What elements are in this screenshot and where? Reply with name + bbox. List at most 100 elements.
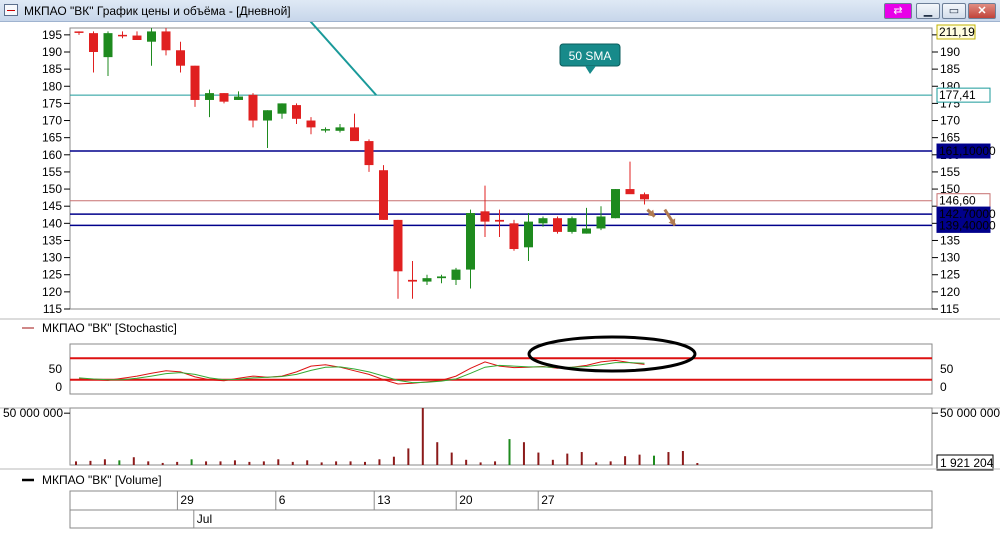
volume-bar — [132, 457, 135, 465]
volume-bar — [494, 461, 497, 465]
candle-up — [582, 228, 591, 234]
candle-up — [335, 127, 345, 131]
volume-bar — [335, 461, 338, 465]
volume-tick-label-left: 50 000 000 — [3, 406, 63, 420]
candle-up — [321, 129, 330, 131]
volume-bar — [407, 448, 410, 465]
volume-bar — [262, 461, 265, 465]
price-tick-label-left: 190 — [42, 45, 62, 59]
candle-down — [292, 105, 301, 119]
price-tick-label-right: 170 — [940, 114, 960, 128]
candle-up — [147, 31, 156, 42]
volume-last-label: 1 921 204 — [940, 456, 994, 470]
candle-down — [89, 33, 98, 52]
price-tick-label-left: 115 — [43, 302, 62, 316]
candle-up — [422, 278, 432, 282]
volume-bar — [392, 456, 395, 465]
volume-bar — [277, 459, 280, 465]
volume-tick-label-right: 50 000 000 — [940, 406, 1000, 420]
volume-legend-label: МКПАО "ВК" [Volume] — [42, 473, 162, 487]
minimize-button[interactable]: ▁ — [916, 3, 940, 19]
candle-down — [306, 120, 316, 128]
price-tick-label-right: 125 — [940, 268, 960, 282]
stochastic-legend-label: МКПАО "ВК" [Stochastic] — [42, 321, 177, 335]
volume-bar — [248, 461, 251, 465]
volume-bar — [551, 459, 554, 465]
candle-down — [350, 127, 359, 142]
volume-bar — [479, 462, 482, 465]
candle-up — [466, 213, 475, 270]
time-day-label: 20 — [459, 493, 473, 507]
price-tick-label-right: 135 — [940, 233, 960, 247]
candle-down — [408, 279, 417, 282]
candle-down — [640, 194, 649, 200]
price-tick-label-right: 155 — [940, 165, 960, 179]
time-day-label: 27 — [541, 493, 555, 507]
volume-bar — [161, 462, 164, 465]
volume-bar — [580, 452, 583, 465]
candle-down — [161, 31, 171, 51]
candle-down — [219, 93, 229, 102]
volume-bar — [233, 460, 236, 465]
stochastic-tick-label-left: 0 — [55, 380, 62, 394]
window-titlebar: МКПАО "ВК" График цены и объёма - [Дневн… — [0, 0, 1000, 22]
candle-up — [611, 189, 620, 219]
price-tick-label-left: 140 — [42, 216, 62, 230]
candle-down — [248, 94, 258, 121]
candle-up — [205, 93, 214, 100]
candle-down — [509, 223, 519, 250]
candle-up — [277, 103, 287, 114]
time-month-label: Jul — [197, 512, 212, 526]
volume-bar — [176, 461, 179, 465]
time-day-label: 6 — [279, 493, 286, 507]
candle-down — [74, 31, 84, 33]
candle-up — [234, 96, 243, 100]
volume-bar — [638, 454, 641, 465]
link-button[interactable]: ⇄ — [884, 3, 912, 19]
volume-bar — [609, 461, 612, 465]
window-title: МКПАО "ВК" График цены и объёма - [Дневн… — [24, 4, 291, 18]
level-value-label: 139,40000 — [939, 218, 996, 232]
price-tick-label-right: 130 — [940, 251, 960, 265]
volume-bar — [508, 439, 511, 465]
price-tick-label-left: 120 — [42, 285, 62, 299]
candle-down — [176, 50, 185, 66]
volume-bar — [190, 459, 193, 465]
volume-bar — [436, 442, 439, 465]
candle-down — [393, 219, 403, 272]
candle-up — [437, 276, 446, 279]
chart-background — [0, 22, 1000, 540]
volume-bar — [219, 461, 222, 465]
top-value-label: 211,19 — [939, 25, 975, 39]
close-button[interactable]: ✕ — [968, 3, 996, 19]
volume-bar — [681, 451, 684, 465]
level-value-label: 146,60 — [939, 194, 976, 208]
candle-up — [451, 269, 461, 280]
price-tick-label-left: 135 — [42, 233, 62, 247]
volume-legend: МКПАО "ВК" [Volume] — [22, 473, 162, 487]
volume-bar — [364, 461, 366, 465]
maximize-button[interactable]: ▭ — [942, 3, 966, 19]
volume-bar — [320, 462, 323, 465]
chart-area[interactable]: 1151151201201251251301301351351401401451… — [0, 22, 1000, 540]
candle-down — [495, 219, 504, 222]
candle-up — [567, 218, 577, 232]
candle-down — [118, 34, 127, 37]
volume-bar — [537, 452, 540, 465]
price-tick-label-right: 185 — [940, 62, 960, 76]
level-value-label: 177,41 — [939, 88, 976, 102]
volume-bar — [465, 459, 468, 465]
stochastic-tick-label-left: 50 — [49, 362, 63, 376]
price-tick-label-left: 170 — [42, 114, 62, 128]
candle-down — [553, 218, 562, 232]
volume-bar — [103, 459, 106, 465]
stochastic-legend: МКПАО "ВК" [Stochastic] — [22, 321, 177, 335]
price-tick-label-left: 155 — [42, 165, 62, 179]
price-tick-label-left: 185 — [42, 62, 62, 76]
volume-bar — [522, 442, 525, 465]
level-value-label: 161,10000 — [939, 144, 996, 158]
candle-down — [364, 141, 374, 166]
candle-down — [379, 170, 388, 220]
price-tick-label-right: 115 — [940, 302, 959, 316]
time-day-label: 13 — [377, 493, 391, 507]
